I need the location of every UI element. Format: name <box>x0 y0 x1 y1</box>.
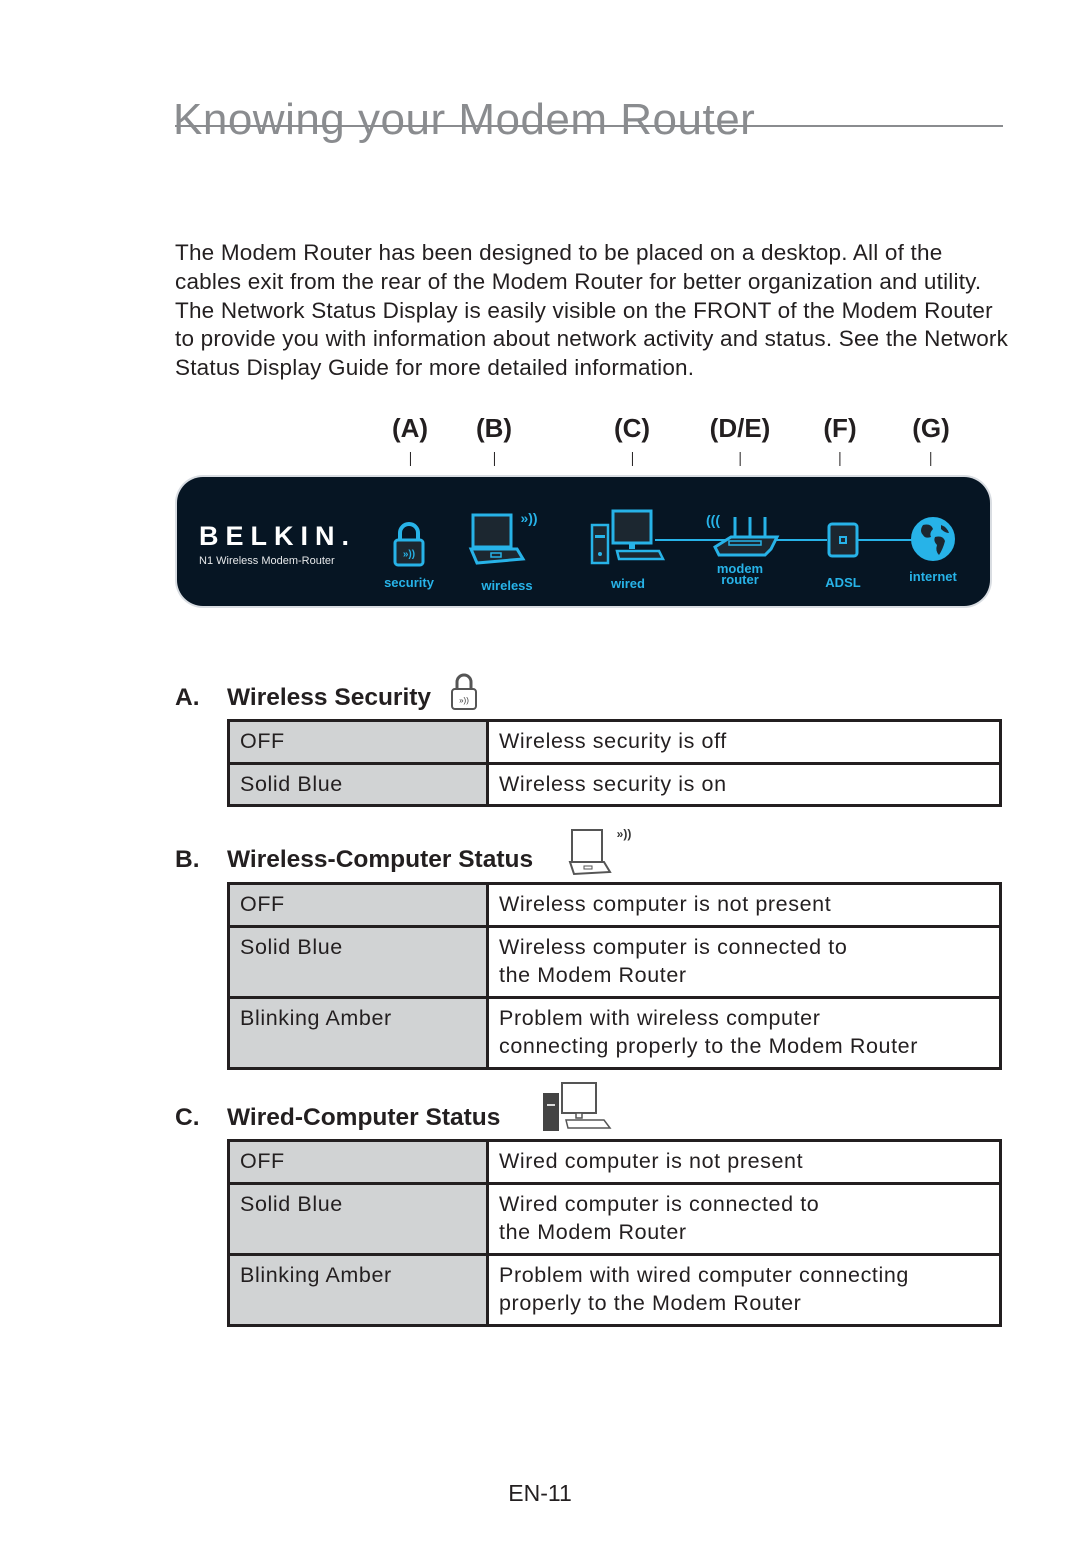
callout-tick <box>930 452 932 466</box>
laptop-icon: »)) <box>568 827 632 876</box>
callout-f: (F) <box>823 413 857 466</box>
globe-icon <box>911 517 955 561</box>
description-cell: Wired computer is connected to the Modem … <box>486 1181 1002 1256</box>
section-c-heading: C. Wired-Computer Status <box>175 1104 501 1131</box>
laptop-icon: »)) <box>468 511 538 565</box>
page-number: EN-11 <box>508 1480 572 1506</box>
callout-labels: (A) (B) (C) (D/E) (F) (G) <box>0 413 1080 468</box>
state-cell: Solid Blue <box>227 761 489 807</box>
section-title: Wired-Computer Status <box>227 1104 501 1131</box>
indicator-internet: internet <box>900 515 966 584</box>
state-cell: OFF <box>227 719 489 765</box>
lock-icon: »)) <box>451 673 477 710</box>
model-name: N1 Wireless Modem-Router <box>199 555 335 567</box>
callout-c: (C) <box>614 413 650 466</box>
state-cell: Blinking Amber <box>227 995 489 1070</box>
svg-text:»)): »)) <box>403 549 415 560</box>
callout-tick <box>409 452 411 466</box>
intro-paragraph: The Modem Router has been designed to be… <box>175 240 1009 381</box>
callout-tick <box>739 452 741 466</box>
network-status-display: BELKIN. N1 Wireless Modem-Router »)) sec… <box>177 477 990 606</box>
description-cell: Problem with wired computer connecting pr… <box>486 1252 1002 1327</box>
state-cell: Blinking Amber <box>227 1252 489 1327</box>
table-row: Solid Blue Wireless security is on <box>227 761 1002 807</box>
table-row: Solid Blue Wired computer is connected t… <box>227 1181 1002 1256</box>
indicator-modem-router: ((( modem router <box>695 511 785 587</box>
page-title: Knowing your Modem Router <box>173 95 756 145</box>
description-cell: Problem with wireless computer connecting… <box>486 995 1002 1070</box>
wired-computer-status-table: OFF Wired computer is not present Solid … <box>227 1139 1002 1327</box>
description-cell: Wired computer is not present <box>486 1139 1002 1185</box>
callout-de: (D/E) <box>710 413 770 466</box>
adsl-port-icon <box>827 522 859 558</box>
title-divider <box>175 125 1003 127</box>
description-cell: Wireless computer is connected to the Mod… <box>486 924 1002 999</box>
description-cell: Wireless security is on <box>486 761 1002 807</box>
indicator-adsl: ADSL <box>817 521 869 590</box>
table-row: OFF Wired computer is not present <box>227 1139 1002 1185</box>
section-b-heading: B. Wireless-Computer Status <box>175 846 534 873</box>
state-cell: OFF <box>227 882 489 928</box>
indicator-wired: wired <box>589 507 667 591</box>
state-cell: OFF <box>227 1139 489 1185</box>
callout-b: (B) <box>476 413 512 466</box>
table-row: Blinking Amber Problem with wireless com… <box>227 995 1002 1070</box>
indicator-label: wireless <box>481 578 533 593</box>
desktop-computer-icon <box>590 509 666 565</box>
description-cell: Wireless security is off <box>486 719 1002 765</box>
section-title: Wireless Security <box>227 684 432 711</box>
state-cell: Solid Blue <box>227 924 489 999</box>
table-row: Blinking Amber Problem with wired comput… <box>227 1252 1002 1327</box>
belkin-logo: BELKIN. <box>199 521 356 551</box>
callout-tick <box>839 452 841 466</box>
svg-text:(((: ((( <box>706 512 720 528</box>
lock-icon: »)) <box>393 522 425 567</box>
svg-text:»)): »)) <box>617 827 632 841</box>
callout-tick <box>631 452 633 466</box>
callout-tick <box>493 452 495 466</box>
indicator-label: internet <box>909 569 957 584</box>
svg-text:»)): »)) <box>520 511 537 526</box>
indicator-label: wired <box>611 576 645 591</box>
indicator-security: »)) security <box>381 521 437 590</box>
section-title: Wireless-Computer Status <box>227 846 534 873</box>
callout-a: (A) <box>392 413 428 466</box>
router-icon: ((( <box>706 512 780 557</box>
wireless-computer-status-table: OFF Wireless computer is not present Sol… <box>227 882 1002 1070</box>
section-a-heading: A. Wireless Security <box>175 684 432 711</box>
state-cell: Solid Blue <box>227 1181 489 1256</box>
table-row: Solid Blue Wireless computer is connecte… <box>227 924 1002 999</box>
table-row: OFF Wireless computer is not present <box>227 882 1002 928</box>
description-cell: Wireless computer is not present <box>486 882 1002 928</box>
svg-text:»)): »)) <box>459 696 469 705</box>
indicator-label: security <box>384 575 434 590</box>
wireless-security-table: OFF Wireless security is off Solid Blue … <box>227 719 1002 807</box>
callout-g: (G) <box>912 413 950 466</box>
table-row: OFF Wireless security is off <box>227 719 1002 765</box>
desktop-computer-icon <box>543 1082 612 1131</box>
indicator-wireless: »)) wireless <box>467 511 547 593</box>
indicator-label: ADSL <box>825 575 861 590</box>
indicator-label: router <box>721 572 759 587</box>
